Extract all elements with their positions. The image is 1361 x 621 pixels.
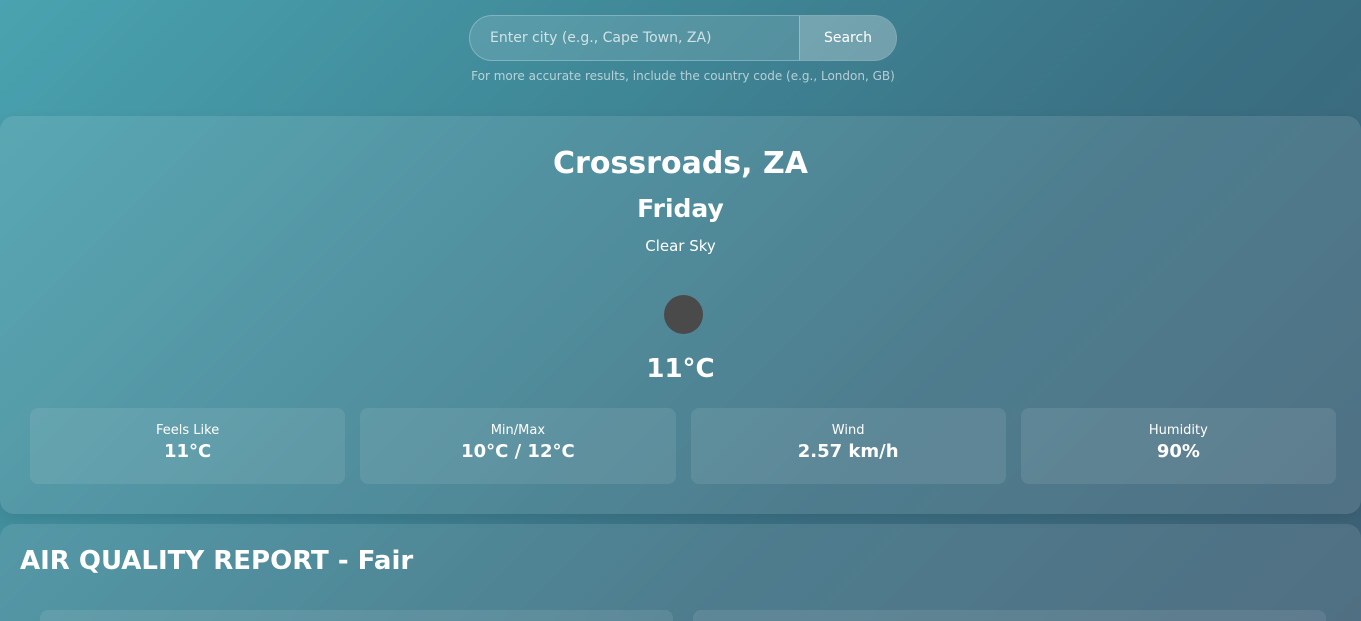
stat-value: 10°C / 12°C	[461, 441, 575, 462]
city-name: Crossroads, ZA	[553, 146, 808, 181]
current-weather-card: Crossroads, ZA Friday Clear Sky 11°C Fee…	[0, 116, 1361, 514]
search-button[interactable]: Search	[799, 16, 896, 60]
air-quality-card: AIR QUALITY REPORT - Fair	[0, 524, 1361, 621]
stat-label: Feels Like	[156, 423, 220, 438]
stat-label: Humidity	[1148, 423, 1208, 438]
weather-condition: Clear Sky	[645, 237, 716, 255]
wind-stat: Wind 2.57 km/h	[690, 408, 1006, 484]
feels-like-stat: Feels Like 11°C	[30, 408, 346, 484]
weather-icon	[664, 295, 703, 334]
stat-value: 2.57 km/h	[797, 441, 899, 462]
current-temperature: 11°C	[646, 354, 715, 384]
air-quality-title: AIR QUALITY REPORT - Fair	[20, 546, 414, 576]
min-max-stat: Min/Max 10°C / 12°C	[360, 408, 676, 484]
air-quality-panel-right	[693, 610, 1326, 621]
stat-label: Min/Max	[490, 423, 546, 438]
stat-label: Wind	[831, 423, 865, 438]
weather-stats: Feels Like 11°C Min/Max 10°C / 12°C Wind…	[30, 408, 1336, 484]
stat-value: 11°C	[163, 441, 212, 462]
search-hint: For more accurate results, include the c…	[471, 69, 895, 83]
day-name: Friday	[637, 194, 724, 223]
stat-value: 90%	[1156, 441, 1200, 462]
search-bar: Search	[469, 15, 897, 61]
air-quality-panel-left	[40, 610, 673, 621]
search-area: Search For more accurate results, includ…	[469, 15, 897, 83]
city-search-input[interactable]	[470, 16, 799, 60]
humidity-stat: Humidity 90%	[1020, 408, 1336, 484]
